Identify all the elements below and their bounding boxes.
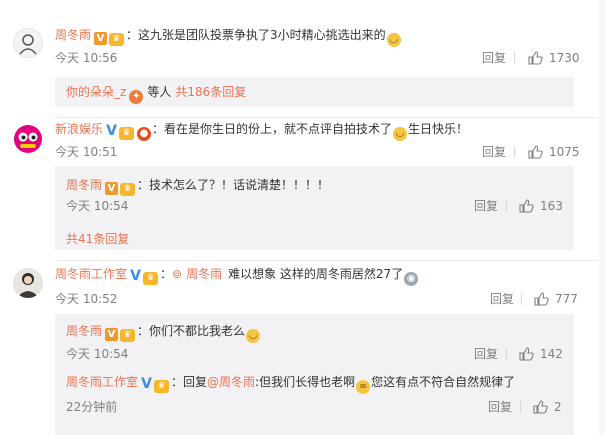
username-link[interactable]: 周冬雨工作室 (66, 375, 138, 389)
avatar[interactable] (13, 124, 43, 154)
divider (55, 117, 605, 118)
reply-text-tail: 您这有点不符合自然规律了 (371, 375, 516, 389)
reply-button[interactable]: 回复 (490, 291, 514, 307)
comment-line: 周冬雨工作室 V ♛ ：⊚ 周冬雨 难以想象 这样的周冬雨居然27了 ◉ (55, 266, 419, 286)
reply-text: ：你们不都比我老么 (137, 324, 246, 338)
comment-line: 新浪娱乐 V ♛ ● ：看在是你生日的份上，就不点评自拍技术了 ◡ 生日快乐！ (55, 121, 468, 141)
like-count: 1730 (549, 51, 580, 65)
like-count: 142 (540, 347, 563, 361)
thumb-up-icon (519, 347, 534, 361)
avatar-icon (19, 34, 37, 55)
divider (55, 260, 605, 261)
comment-line: 周冬雨 V ♛ ：这九张是团队投票争执了3小时精心挑选出来的 ◡ (55, 27, 402, 47)
like-button[interactable]: 2 (533, 399, 562, 415)
reply-summary[interactable]: 你的朵朵_z ✦ 等人 共186条回复 (66, 84, 246, 104)
scared-emoji-icon: ◉ (404, 272, 419, 286)
username-link[interactable]: 你的朵朵_z (66, 85, 126, 99)
avatar[interactable] (13, 28, 43, 58)
vip-icon: ♛ (120, 329, 136, 342)
reply-line: 周冬雨 V ♛ ：你们不都比我老么 ◡ (66, 323, 261, 343)
reply-line: 周冬雨 V ♛ ：技术怎么了？！话说清楚！！！！ (66, 177, 329, 196)
username-link[interactable]: 周冬雨 (66, 178, 102, 192)
timestamp: 今天 10:54 (66, 347, 129, 361)
username-link[interactable]: 周冬雨 (55, 28, 91, 42)
fire-icon: ✦ (129, 90, 144, 104)
vip-icon: ♛ (154, 380, 170, 393)
sina-logo-icon (14, 125, 42, 153)
timestamp: 今天 10:52 (55, 292, 118, 306)
divider (520, 401, 521, 413)
v-verified-icon: V (94, 32, 108, 45)
reply-line: 周冬雨工作室 V ♛ ：回复@周冬雨:但我们长得也老啊 ∞ 您这有点不符合自然规律了 (66, 374, 515, 394)
reply-text: :但我们长得也老啊 (255, 375, 356, 389)
username-link[interactable]: 周冬雨工作室 (55, 267, 127, 281)
divider (514, 146, 515, 158)
like-count: 777 (555, 292, 578, 306)
thumb-up-icon (534, 292, 549, 306)
glasses-emoji-icon: ∞ (356, 380, 371, 394)
smile-emoji-icon: ◡ (393, 127, 408, 141)
reply-prefix: ：回复 (171, 375, 208, 389)
reply-button[interactable]: 回复 (488, 399, 512, 415)
like-button[interactable]: 1075 (528, 144, 580, 160)
reply-button[interactable]: 回复 (482, 50, 506, 66)
mention-link[interactable]: @周冬雨 (207, 375, 255, 389)
thumb-up-icon (519, 199, 534, 213)
timestamp: 22分钟前 (66, 400, 118, 414)
thumb-up-icon (533, 400, 548, 414)
smile-emoji-icon: ◡ (246, 329, 261, 343)
vip-icon: ♛ (143, 272, 159, 285)
vip-icon: ♛ (109, 33, 125, 46)
reply-button[interactable]: 回复 (474, 198, 498, 214)
reply-arrow-icon: ⊚ (172, 267, 183, 281)
thumb-up-icon (528, 145, 543, 159)
comment-text: 难以想象 这样的周冬雨居然27了 (228, 267, 404, 281)
reply-text: 等人 (147, 85, 172, 99)
scrollbar-track[interactable] (599, 0, 605, 435)
v-verified-icon: V (105, 328, 119, 341)
timestamp: 今天 10:51 (55, 145, 118, 159)
like-button[interactable]: 1730 (528, 50, 580, 66)
like-button[interactable]: 163 (519, 198, 563, 214)
like-button[interactable]: 777 (534, 291, 578, 307)
mention-link[interactable]: 周冬雨 (186, 267, 222, 281)
separator-text: ： (160, 267, 173, 281)
reply-button[interactable]: 回复 (482, 144, 506, 160)
vip-icon: ♛ (119, 127, 135, 140)
like-button[interactable]: 142 (519, 346, 563, 362)
like-count: 1075 (549, 145, 580, 159)
v-verified-icon: V (130, 268, 141, 284)
v-verified-icon: V (105, 182, 119, 195)
username-link[interactable]: 周冬雨 (66, 324, 102, 338)
vip-icon: ♛ (120, 183, 136, 196)
username-link[interactable]: 新浪娱乐 (55, 122, 103, 136)
smile-emoji-icon: ◡ (386, 33, 401, 47)
comment-text: ：看在是你生日的份上，就不点评自拍技术了 (152, 122, 393, 136)
like-count: 2 (554, 400, 562, 414)
thumb-up-icon (528, 51, 543, 65)
avatar[interactable] (13, 268, 43, 298)
avatar-photo-icon (13, 268, 43, 298)
comment-text-tail: 生日快乐！ (408, 122, 469, 136)
divider (506, 200, 507, 212)
more-replies-link[interactable]: 共41条回复 (66, 231, 129, 247)
divider (514, 52, 515, 64)
comment-text: ：这九张是团队投票争执了3小时精心挑选出来的 (126, 28, 386, 42)
medal-icon: ● (137, 127, 152, 141)
timestamp: 今天 10:54 (66, 199, 129, 213)
divider (506, 348, 507, 360)
v-verified-icon: V (141, 376, 152, 392)
reply-button[interactable]: 回复 (474, 346, 498, 362)
divider (521, 293, 522, 305)
reply-text: ：技术怎么了？！话说清楚！！！！ (137, 178, 330, 192)
like-count: 163 (540, 199, 563, 213)
reply-count-link[interactable]: 共186条回复 (175, 85, 246, 99)
v-verified-icon: V (106, 123, 117, 139)
timestamp: 今天 10:56 (55, 51, 118, 65)
